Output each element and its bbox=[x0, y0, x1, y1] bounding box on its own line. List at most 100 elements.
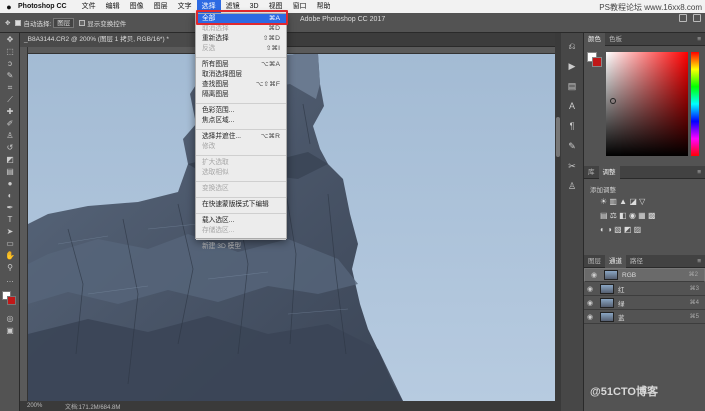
history-panel-icon[interactable]: ⎌ bbox=[565, 39, 579, 53]
transform-group: 显示变换控件 bbox=[79, 18, 126, 28]
color-swatches[interactable] bbox=[587, 52, 603, 68]
menu-type[interactable]: 文字 bbox=[173, 0, 197, 13]
marquee-tool-icon[interactable]: ⬚ bbox=[3, 46, 17, 57]
dodge-tool-icon[interactable]: ◐ bbox=[3, 190, 17, 201]
channel-row-green[interactable]: ◉ 绿 ⌘4 bbox=[584, 296, 705, 310]
character-panel-icon[interactable]: A bbox=[565, 99, 579, 113]
eyedropper-tool-icon[interactable]: ⟋ bbox=[3, 94, 17, 105]
panel-menu-icon[interactable]: ≡ bbox=[697, 166, 701, 179]
color-picker-ring[interactable] bbox=[610, 98, 616, 104]
vertical-ruler bbox=[20, 47, 28, 401]
properties-panel-icon[interactable]: ▤ bbox=[565, 79, 579, 93]
panel-menu-icon[interactable]: ≡ bbox=[697, 33, 701, 46]
eraser-tool-icon[interactable]: ◩ bbox=[3, 154, 17, 165]
select-menu-item[interactable]: 取消选择图层 bbox=[196, 70, 286, 80]
move-tool-icon[interactable]: ✥ bbox=[5, 19, 10, 27]
tab-layers[interactable]: 图层 bbox=[584, 255, 605, 268]
select-menu-item[interactable]: 重新选择 ⇧⌘D bbox=[196, 34, 286, 44]
app-name[interactable]: Photoshop CC bbox=[18, 3, 67, 10]
adjustments-panel: 添加调整 ☀ ▥ ▲ ◪ ▽ ▤ ⚖ ◧ ◉ ▦ ▩ ◐ ◑ ▧ ◩ ▨ bbox=[584, 179, 705, 255]
transform-checkbox[interactable] bbox=[79, 19, 86, 26]
type-tool-icon[interactable]: T bbox=[3, 214, 17, 225]
tool-presets-icon[interactable]: ✂ bbox=[565, 159, 579, 173]
actions-panel-icon[interactable]: ▶ bbox=[565, 59, 579, 73]
document-size[interactable]: 文档:171.2M/684.8M bbox=[65, 402, 120, 411]
history-brush-icon[interactable]: ↺ bbox=[3, 142, 17, 153]
menu-file[interactable]: 文件 bbox=[77, 0, 101, 13]
menu-window[interactable]: 窗口 bbox=[288, 0, 312, 13]
scroll-thumb[interactable] bbox=[556, 117, 560, 157]
search-icon[interactable] bbox=[679, 14, 687, 22]
menu-item-label: 选取相似 bbox=[202, 169, 229, 176]
background-swatch[interactable] bbox=[592, 57, 602, 67]
channel-row-rgb[interactable]: ◉ RGB ⌘2 bbox=[584, 268, 705, 282]
select-menu-item: 选取相似 bbox=[196, 168, 286, 178]
channel-row-blue[interactable]: ◉ 蓝 ⌘5 bbox=[584, 310, 705, 324]
tab-adjustments[interactable]: 调整 bbox=[598, 165, 620, 179]
document-tab[interactable]: _B8A3144.CR2 @ 200% (图层 1 拷贝, RGB/16*) * bbox=[20, 33, 195, 47]
clone-source-icon[interactable]: ♙ bbox=[565, 179, 579, 193]
blur-tool-icon[interactable]: ● bbox=[3, 178, 17, 189]
menu-item-label: 存储选区... bbox=[202, 227, 235, 234]
tab-libraries[interactable]: 库 bbox=[584, 166, 599, 179]
lasso-tool-icon[interactable]: ↄ bbox=[3, 58, 17, 69]
brush-tool-icon[interactable]: ✐ bbox=[3, 118, 17, 129]
menu-separator bbox=[196, 236, 286, 240]
tab-swatches[interactable]: 色板 bbox=[605, 33, 626, 46]
eye-icon[interactable]: ◉ bbox=[584, 299, 596, 307]
menu-edit[interactable]: 编辑 bbox=[101, 0, 125, 13]
healing-tool-icon[interactable]: ✚ bbox=[3, 106, 17, 117]
pen-tool-icon[interactable]: ✒ bbox=[3, 202, 17, 213]
move-tool-icon[interactable]: ✥ bbox=[3, 34, 17, 45]
menu-image[interactable]: 图像 bbox=[125, 0, 149, 13]
adjustment-icons-row-1[interactable]: ☀ ▥ ▲ ◪ ▽ bbox=[600, 197, 645, 206]
foreground-background-colors[interactable] bbox=[2, 291, 18, 307]
menu-help[interactable]: 帮助 bbox=[312, 0, 336, 13]
paragraph-panel-icon[interactable]: ¶ bbox=[565, 119, 579, 133]
menu-separator bbox=[196, 54, 286, 58]
tab-paths[interactable]: 路径 bbox=[626, 255, 647, 268]
select-menu-item[interactable]: 载入选区... bbox=[196, 216, 286, 226]
workspace-buttons bbox=[679, 14, 701, 22]
channel-row-red[interactable]: ◉ 红 ⌘3 bbox=[584, 282, 705, 296]
quick-select-tool-icon[interactable]: ✎ bbox=[3, 70, 17, 81]
auto-select-checkbox[interactable] bbox=[15, 19, 22, 26]
select-menu-item[interactable]: 所有图层 ⌥⌘A bbox=[196, 60, 286, 70]
tab-color[interactable]: 颜色 bbox=[584, 32, 605, 46]
apple-icon[interactable]: ● bbox=[0, 2, 18, 12]
path-select-tool-icon[interactable]: ➤ bbox=[3, 226, 17, 237]
document-canvas[interactable] bbox=[28, 54, 555, 401]
select-menu-item[interactable]: 选择并遮住... ⌥⌘R bbox=[196, 132, 286, 142]
adjustment-icons-row-3[interactable]: ◐ ◑ ▧ ◩ ▨ bbox=[600, 225, 641, 234]
screen-mode-icon[interactable]: ▣ bbox=[3, 325, 17, 336]
shape-tool-icon[interactable]: ▭ bbox=[3, 238, 17, 249]
workspace-icon[interactable] bbox=[693, 14, 701, 22]
select-menu-item[interactable]: 在快速蒙版模式下编辑 bbox=[196, 200, 286, 210]
auto-select-dropdown[interactable]: 图层 bbox=[53, 17, 75, 28]
gradient-tool-icon[interactable]: ▤ bbox=[3, 166, 17, 177]
crop-tool-icon[interactable]: ⌗ bbox=[3, 82, 17, 93]
select-menu-item[interactable]: 焦点区域... bbox=[196, 116, 286, 126]
hue-slider[interactable] bbox=[691, 52, 699, 156]
zoom-level[interactable]: 200% bbox=[20, 403, 65, 409]
brush-panel-icon[interactable]: ✎ bbox=[565, 139, 579, 153]
more-tools-icon[interactable]: … bbox=[3, 274, 17, 285]
select-menu-item[interactable]: 色彩范围... bbox=[196, 106, 286, 116]
eye-icon[interactable]: ◉ bbox=[584, 313, 596, 321]
select-menu-item[interactable]: 查找图层 ⌥⇧⌘F bbox=[196, 80, 286, 90]
tab-channels[interactable]: 通道 bbox=[605, 254, 626, 268]
eye-icon[interactable]: ◉ bbox=[584, 285, 596, 293]
select-menu-item: 反选 ⇧⌘I bbox=[196, 44, 286, 54]
color-field[interactable] bbox=[606, 52, 688, 156]
zoom-tool-icon[interactable]: ⚲ bbox=[3, 262, 17, 273]
channel-name: 红 bbox=[618, 286, 625, 294]
menu-layer[interactable]: 图层 bbox=[149, 0, 173, 13]
select-menu-item[interactable]: 隔离图层 bbox=[196, 90, 286, 100]
adjustment-icons-row-2[interactable]: ▤ ⚖ ◧ ◉ ▦ ▩ bbox=[600, 211, 656, 220]
panel-menu-icon[interactable]: ≡ bbox=[697, 255, 701, 268]
eye-icon[interactable]: ◉ bbox=[588, 271, 600, 280]
quick-mask-icon[interactable]: ◎ bbox=[3, 313, 17, 324]
hand-tool-icon[interactable]: ✋ bbox=[3, 250, 17, 261]
stamp-tool-icon[interactable]: ♙ bbox=[3, 130, 17, 141]
background-color-swatch[interactable] bbox=[7, 296, 16, 305]
